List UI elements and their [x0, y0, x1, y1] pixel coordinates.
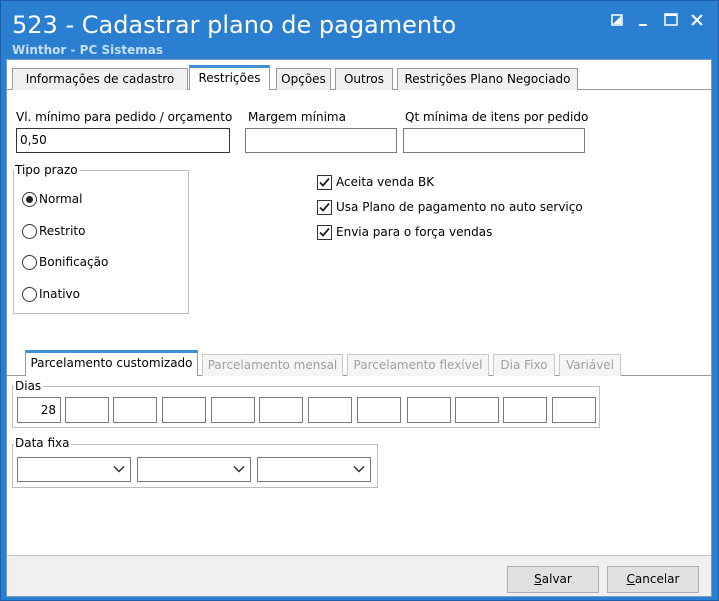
title-bar[interactable]: 523 - Cadastrar plano de pagamento Winth…: [1, 1, 718, 59]
checkmark-icon: [319, 202, 330, 212]
cancelar-mnemonic: C: [626, 572, 635, 586]
qt-minima-input[interactable]: [403, 128, 585, 153]
dia-field-4[interactable]: [162, 397, 206, 423]
radio-unselected-icon: [22, 287, 37, 302]
dia-field-6[interactable]: [259, 397, 303, 423]
subtab-parcelamento-customizado[interactable]: Parcelamento customizado: [25, 350, 198, 376]
subtab-dia-fixo[interactable]: Dia Fixo: [493, 354, 555, 376]
chevron-down-icon: [353, 465, 365, 473]
margem-minima-label: Margem mínima: [248, 110, 346, 124]
radio-unselected-icon: [22, 255, 37, 270]
dia-field-11[interactable]: [503, 397, 547, 423]
checkbox-aceita-venda-bk-label: Aceita venda BK: [336, 175, 435, 189]
salvar-mnemonic: S: [534, 572, 542, 586]
radio-bonificacao-label: Bonificação: [39, 255, 109, 269]
dia-field-5[interactable]: [211, 397, 255, 423]
data-fixa-label: Data fixa: [14, 436, 72, 450]
radio-normal-label: Normal: [39, 192, 83, 206]
tipo-prazo-label: Tipo prazo: [14, 163, 80, 177]
radio-inativo-label: Inativo: [39, 287, 80, 301]
radio-selected-icon: [22, 192, 37, 207]
dia-field-10[interactable]: [455, 397, 499, 423]
radio-unselected-icon: [22, 224, 37, 239]
close-icon[interactable]: [688, 11, 706, 29]
checkbox-box: [317, 175, 332, 190]
dias-label: Dias: [14, 379, 44, 393]
tab-restricoes-plano-negociado[interactable]: Restrições Plano Negociado: [397, 68, 578, 90]
chevron-down-icon: [233, 465, 245, 473]
tab-restricoes[interactable]: Restrições: [189, 65, 270, 90]
checkbox-box: [317, 225, 332, 240]
tab-opcoes[interactable]: Opções: [276, 68, 331, 90]
tab-outros[interactable]: Outros: [335, 68, 393, 90]
checkbox-envia-forca-vendas-label: Envia para o força vendas: [336, 225, 493, 239]
radio-inativo[interactable]: Inativo: [22, 286, 102, 304]
window-title: 523 - Cadastrar plano de pagamento: [12, 11, 457, 39]
chevron-down-icon: [113, 465, 125, 473]
radio-restrito-label: Restrito: [39, 224, 86, 238]
salvar-button[interactable]: Salvar: [507, 566, 599, 593]
margem-minima-input[interactable]: [245, 128, 397, 153]
checkmark-icon: [319, 227, 330, 237]
dia-field-9[interactable]: [407, 397, 451, 423]
dia-field-3[interactable]: [113, 397, 157, 423]
form-content: Informações de cadastro Restrições Opçõe…: [6, 59, 712, 597]
radio-normal[interactable]: Normal: [22, 191, 102, 209]
restore-icon[interactable]: [608, 11, 626, 29]
minimize-icon[interactable]: [635, 11, 653, 29]
radio-bonificacao[interactable]: Bonificação: [22, 254, 122, 272]
app-window: 523 - Cadastrar plano de pagamento Winth…: [0, 0, 719, 601]
dia-field-1[interactable]: 28: [17, 397, 61, 423]
checkbox-usa-plano-auto-servico[interactable]: Usa Plano de pagamento no auto serviço: [317, 199, 597, 217]
data-fixa-select-2[interactable]: [137, 457, 251, 482]
radio-restrito[interactable]: Restrito: [22, 223, 102, 241]
main-tabstrip: Informações de cadastro Restrições Opçõe…: [7, 60, 711, 90]
dia-field-2[interactable]: [65, 397, 109, 423]
cancelar-label: ancelar: [634, 572, 680, 586]
checkbox-aceita-venda-bk[interactable]: Aceita venda BK: [317, 174, 477, 192]
cancelar-button[interactable]: Cancelar: [607, 566, 699, 593]
qt-minima-label: Qt mínima de itens por pedido: [405, 110, 589, 124]
footer-bar: Salvar Cancelar: [7, 555, 711, 596]
salvar-label: alvar: [541, 572, 572, 586]
tab-informacoes-cadastro[interactable]: Informações de cadastro: [12, 68, 188, 90]
checkbox-envia-forca-vendas[interactable]: Envia para o força vendas: [317, 224, 517, 242]
checkmark-icon: [319, 177, 330, 187]
vl-minimo-input[interactable]: 0,50: [16, 128, 230, 153]
vl-minimo-label: Vl. mínimo para pedido / orçamento: [16, 110, 233, 124]
subtab-parcelamento-mensal[interactable]: Parcelamento mensal: [202, 354, 343, 376]
dia-field-8[interactable]: [357, 397, 401, 423]
dia-field-7[interactable]: [308, 397, 352, 423]
checkbox-usa-plano-auto-servico-label: Usa Plano de pagamento no auto serviço: [336, 200, 583, 214]
subtab-parcelamento-flexivel[interactable]: Parcelamento flexível: [347, 354, 489, 376]
data-fixa-select-1[interactable]: [17, 457, 131, 482]
window-subtitle: Winthor - PC Sistemas: [12, 43, 163, 57]
maximize-icon[interactable]: [662, 11, 680, 29]
subtab-variavel[interactable]: Variável: [559, 354, 621, 376]
checkbox-box: [317, 200, 332, 215]
dia-field-12[interactable]: [552, 397, 596, 423]
data-fixa-select-3[interactable]: [257, 457, 371, 482]
